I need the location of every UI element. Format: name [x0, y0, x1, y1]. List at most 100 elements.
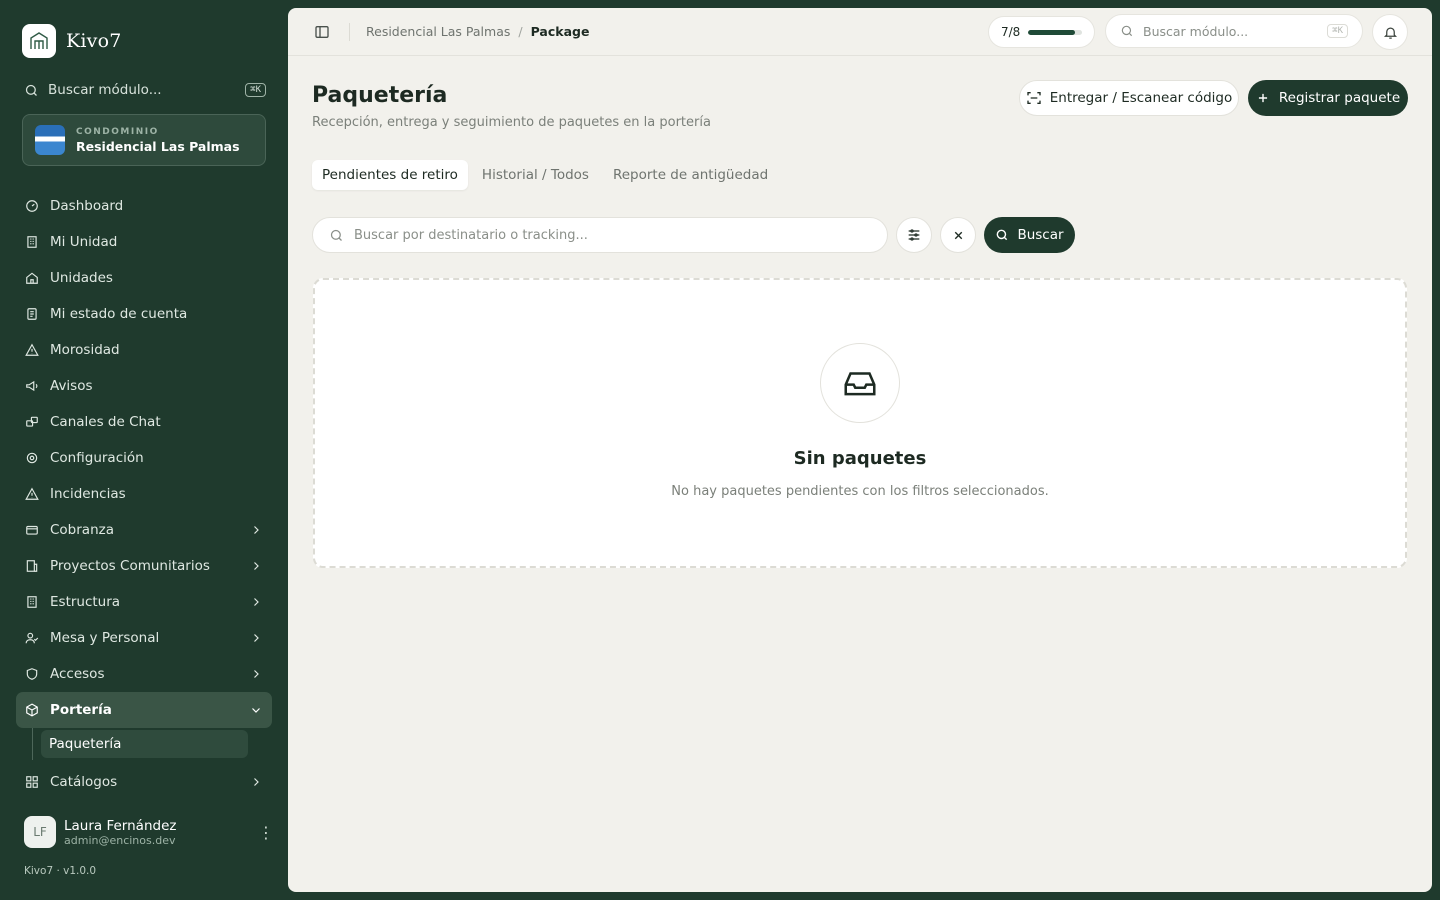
tabs: Pendientes de retiro Historial / Todos R… — [312, 160, 778, 190]
warning-icon — [24, 342, 40, 358]
sidebar-item-label: Avisos — [50, 378, 93, 394]
register-package-button[interactable]: Registrar paquete — [1248, 80, 1408, 116]
user-email: admin@encinos.dev — [64, 833, 176, 847]
close-icon — [954, 231, 962, 239]
package-search-input[interactable]: Buscar por destinatario o tracking... — [312, 217, 888, 253]
sidebar-item-estado-cuenta[interactable]: Mi estado de cuenta — [16, 296, 272, 332]
sidebar-item-label: Mi estado de cuenta — [50, 306, 188, 322]
sidebar-item-incidencias[interactable]: Incidencias — [16, 476, 272, 512]
box-icon — [24, 702, 40, 718]
warning-icon — [24, 486, 40, 502]
sidebar-search-label: Buscar módulo... — [48, 82, 162, 98]
sidebar-toggle-icon[interactable] — [312, 22, 332, 42]
notifications-button[interactable] — [1372, 14, 1408, 50]
sidebar-item-label: Canales de Chat — [50, 414, 161, 430]
sidebar-item-accesos[interactable]: Accesos — [16, 656, 272, 692]
chat-icon — [24, 414, 40, 430]
filters-button[interactable] — [896, 217, 932, 253]
sidebar-item-label: Mesa y Personal — [50, 630, 160, 646]
brand[interactable]: Kivo7 — [22, 24, 122, 58]
sidebar-item-cobranza[interactable]: Cobranza — [16, 512, 272, 548]
breadcrumb-separator: / — [518, 24, 523, 39]
search-button-label: Buscar — [1017, 227, 1064, 243]
tab-historial[interactable]: Historial / Todos — [472, 160, 599, 190]
onboarding-progress[interactable]: 7/8 — [988, 16, 1095, 48]
condo-image — [35, 125, 65, 155]
users-icon — [24, 630, 40, 646]
tab-pendientes[interactable]: Pendientes de retiro — [312, 160, 468, 190]
grid-icon — [24, 774, 40, 790]
shortcut-badge: ⌘K — [245, 83, 266, 97]
topbar-divider — [349, 22, 350, 41]
sidebar-item-label: Accesos — [50, 666, 105, 682]
progress-label: 7/8 — [1001, 25, 1021, 39]
sidebar-item-proyectos[interactable]: Proyectos Comunitarios — [16, 548, 272, 584]
building-icon — [24, 594, 40, 610]
topbar: Residencial Las Palmas / Package 7/8 Bus… — [288, 8, 1432, 56]
sidebar-item-label: Incidencias — [50, 486, 126, 502]
sidebar-item-estructura[interactable]: Estructura — [16, 584, 272, 620]
sidebar-item-avisos[interactable]: Avisos — [16, 368, 272, 404]
page-subtitle: Recepción, entrega y seguimiento de paqu… — [312, 115, 711, 130]
more-vertical-icon[interactable]: ⋮ — [258, 823, 274, 842]
bell-icon — [1383, 27, 1397, 39]
register-package-label: Registrar paquete — [1278, 90, 1401, 106]
search-icon — [997, 229, 1008, 241]
sidebar-item-mesa-personal[interactable]: Mesa y Personal — [16, 620, 272, 656]
sidebar-item-label: Unidades — [50, 270, 113, 286]
sidebar-item-label: Proyectos Comunitarios — [50, 558, 210, 574]
chevron-right-icon — [248, 774, 264, 790]
search-icon — [1121, 25, 1133, 37]
sidebar-item-label: Estructura — [50, 594, 121, 610]
sidebar-item-configuracion[interactable]: Configuración — [16, 440, 272, 476]
condo-selector[interactable]: CONDOMINIO Residencial Las Palmas — [22, 114, 266, 166]
user-name: Laura Fernández — [64, 817, 177, 834]
package-search-placeholder: Buscar por destinatario o tracking... — [354, 227, 588, 243]
progress-track — [1028, 29, 1082, 35]
search-icon — [25, 84, 37, 96]
condo-label: CONDOMINIO — [76, 126, 159, 137]
chevron-right-icon — [248, 666, 264, 682]
chevron-down-icon — [248, 702, 264, 718]
empty-state: Sin paquetes No hay paquetes pendientes … — [313, 278, 1407, 568]
module-search-placeholder: Buscar módulo... — [1143, 23, 1249, 39]
sliders-icon — [908, 229, 920, 241]
submenu-divider — [32, 728, 33, 760]
scan-deliver-label: Entregar / Escanear código — [1049, 90, 1233, 106]
dashboard-icon — [24, 198, 40, 214]
module-search-input[interactable]: Buscar módulo... ⌘K — [1105, 14, 1363, 48]
user-profile[interactable]: LF Laura Fernández admin@encinos.dev ⋮ — [24, 814, 274, 850]
scan-deliver-button[interactable]: Entregar / Escanear código — [1019, 80, 1239, 116]
sidebar-item-label: Catálogos — [50, 774, 118, 790]
scan-icon — [1027, 92, 1041, 104]
sidebar-item-dashboard[interactable]: Dashboard — [16, 188, 272, 224]
sidebar-item-label: Portería — [50, 702, 112, 718]
sidebar-item-label: Dashboard — [50, 198, 124, 214]
breadcrumb-current: Package — [530, 24, 590, 39]
sidebar-search[interactable]: Buscar módulo... ⌘K — [24, 79, 266, 101]
wallet-icon — [24, 522, 40, 538]
page-title: Paquetería — [312, 83, 448, 108]
empty-text: No hay paquetes pendientes con los filtr… — [671, 484, 1049, 499]
sidebar-item-canales-chat[interactable]: Canales de Chat — [16, 404, 272, 440]
sidebar-item-catalogos[interactable]: Catálogos — [16, 764, 272, 800]
brand-logo-icon — [22, 24, 56, 58]
breadcrumb-condo[interactable]: Residencial Las Palmas — [366, 24, 510, 39]
sidebar-item-mi-unidad[interactable]: Mi Unidad — [16, 224, 272, 260]
clear-filters-button[interactable] — [940, 217, 976, 253]
main-content: Residencial Las Palmas / Package 7/8 Bus… — [288, 8, 1432, 892]
sidebar-item-unidades[interactable]: Unidades — [16, 260, 272, 296]
app-version: Kivo7 · v1.0.0 — [24, 865, 97, 877]
tab-reporte-antiguedad[interactable]: Reporte de antigüedad — [603, 160, 778, 190]
home-icon — [24, 270, 40, 286]
sidebar-item-porteria[interactable]: Portería — [16, 692, 272, 728]
sidebar-nav: Dashboard Mi Unidad Unidades Mi estado d… — [16, 188, 272, 800]
sidebar-item-morosidad[interactable]: Morosidad — [16, 332, 272, 368]
condo-name: Residencial Las Palmas — [76, 138, 240, 154]
plus-icon — [1258, 93, 1267, 103]
sidebar-subitem-paqueteria[interactable]: Paquetería — [41, 730, 248, 758]
chevron-right-icon — [248, 594, 264, 610]
megaphone-icon — [24, 378, 40, 394]
search-button[interactable]: Buscar — [984, 217, 1075, 253]
project-icon — [24, 558, 40, 574]
